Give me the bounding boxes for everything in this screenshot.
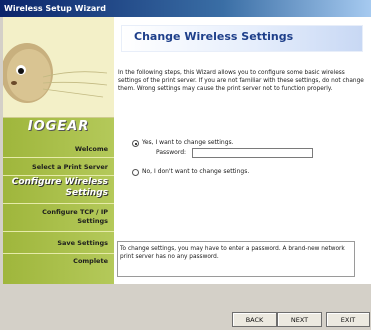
sidebar-separator [3, 203, 114, 204]
sidebar-item-welcome: Welcome [74, 145, 108, 153]
password-field[interactable] [192, 148, 313, 158]
sidebar-separator [3, 231, 114, 232]
option-no-label[interactable]: No, I don't want to change settings. [142, 168, 249, 176]
sidebar-separator [3, 253, 114, 254]
sidebar-item-save-settings: Save Settings [57, 239, 108, 247]
password-label: Password: [156, 149, 187, 156]
next-button[interactable]: NEXT [277, 312, 322, 327]
sidebar-item-complete: Complete [73, 257, 108, 265]
info-box: To change settings, you may have to ente… [117, 241, 355, 277]
title-bar: Wireless Setup Wizard [0, 0, 371, 17]
mascot-illustration [3, 17, 114, 118]
sidebar-separator [3, 175, 114, 176]
radio-no-change-settings[interactable] [132, 169, 139, 176]
exit-button[interactable]: EXIT [326, 312, 370, 327]
info-text: To change settings, you may have to ente… [120, 246, 345, 260]
intro-text: In the following steps, this Wizard allo… [118, 70, 364, 92]
sidebar-item-configure-wireless: Configure Wireless Settings [11, 177, 108, 198]
button-bar: BACK NEXT EXIT [0, 284, 371, 330]
iogear-logo: IOGEAR [27, 119, 90, 134]
page-title: Change Wireless Settings [134, 30, 294, 43]
option-yes-label[interactable]: Yes, I want to change settings. [142, 139, 234, 147]
sidebar-separator [3, 157, 114, 158]
window-title: Wireless Setup Wizard [4, 4, 106, 13]
page-heading-banner: Change Wireless Settings [121, 25, 363, 52]
back-button[interactable]: BACK [232, 312, 277, 327]
main-content: Change Wireless Settings In the followin… [114, 17, 371, 284]
sidebar-item-select-print-server: Select a Print Server [32, 163, 108, 171]
sidebar-item-configure-tcpip: Configure TCP / IP Settings [42, 208, 108, 225]
radio-yes-change-settings[interactable] [132, 140, 139, 147]
sidebar: IOGEAR Welcome Select a Print Server Con… [3, 17, 115, 284]
